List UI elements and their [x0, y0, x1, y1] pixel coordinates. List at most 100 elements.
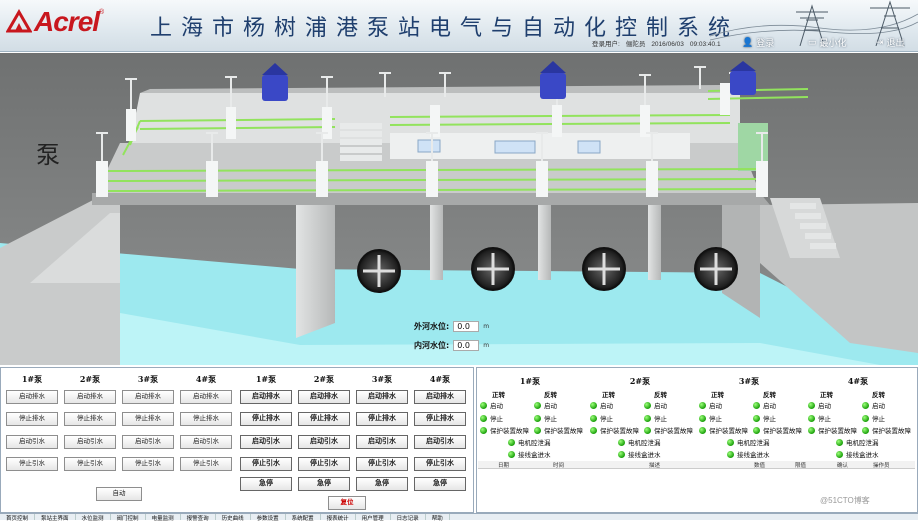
pump-3-manual-button[interactable]: 启动排水	[122, 390, 174, 404]
bottom-tab[interactable]: 历史曲线	[216, 514, 251, 522]
auto-button[interactable]: 自动	[96, 487, 142, 501]
right-pump-header: 2#泵	[313, 374, 335, 384]
junction-water-text: 接线盒进水	[628, 452, 661, 459]
bottom-tab[interactable]: 用户管理	[356, 514, 391, 522]
pump-3-remote-button[interactable]: 急停	[356, 477, 408, 491]
inner-water-unit: m	[483, 342, 490, 349]
pump-1-remote-button[interactable]: 启动引水	[240, 435, 292, 449]
pump-1-remote-button[interactable]: 停止排水	[240, 412, 292, 426]
bottom-tab[interactable]: 阀门控制	[111, 514, 146, 522]
pump-4-remote-button[interactable]: 停止排水	[414, 412, 466, 426]
pump-2-manual-button[interactable]: 启动引水	[64, 435, 116, 449]
pump-4-manual-button[interactable]: 启动排水	[180, 390, 232, 404]
user-info-bar: 登录用户: 俪陀员 2016/06/03 09:03:40.1	[592, 38, 727, 48]
status-led-icon	[836, 450, 843, 458]
status-indicator: 启动	[590, 400, 613, 410]
pump-3-manual-button[interactable]: 停止引水	[122, 457, 174, 471]
pump-2-remote-button[interactable]: 停止引水	[298, 457, 350, 471]
pump-3-remote-button[interactable]: 启动引水	[356, 435, 408, 449]
log-col-operator: 操作员	[873, 463, 890, 469]
junction-water-indicator: 接线盒进水	[727, 449, 770, 459]
bottom-tab[interactable]: 电量监测	[146, 514, 181, 522]
pump-4-remote-button[interactable]: 启动排水	[414, 390, 466, 404]
status-indicator: 保护装置故障	[480, 425, 529, 435]
junction-water-indicator: 接线盒进水	[836, 449, 879, 459]
pump-1-remote-button[interactable]: 启动排水	[240, 390, 292, 404]
status-led-icon	[753, 414, 760, 422]
bottom-tab[interactable]: 报表统计	[321, 514, 356, 522]
pump-1-manual-button[interactable]: 停止排水	[6, 412, 58, 426]
status-indicator: 保护装置故障	[534, 425, 583, 435]
pump-2-remote-button[interactable]: 启动引水	[298, 435, 350, 449]
pump-2-remote-button[interactable]: 启动排水	[298, 390, 350, 404]
forward-header: 正转	[602, 392, 615, 399]
status-text: 启动	[818, 403, 831, 410]
brand-registered-mark: ®	[99, 8, 105, 16]
pump-4-remote-button[interactable]: 急停	[414, 477, 466, 491]
log-col-ack: 确认	[837, 463, 849, 469]
status-led-icon	[590, 426, 597, 434]
pump-station-scene: 泵 外河水位: 0.0 m 内河水位: 0.0 m	[0, 53, 918, 365]
status-led-icon	[508, 438, 515, 446]
pump-4-manual-button[interactable]: 停止引水	[180, 457, 232, 471]
pump-3-remote-button[interactable]: 停止引水	[356, 457, 408, 471]
right-pump-header: 4#泵	[429, 374, 451, 384]
pump-4-remote-button[interactable]: 停止引水	[414, 457, 466, 471]
pump-4-manual-button[interactable]: 启动引水	[180, 435, 232, 449]
status-indicator: 保护装置故障	[699, 425, 748, 435]
left-pump-header: 2#泵	[79, 374, 101, 384]
minimize-icon: ▭	[808, 37, 817, 47]
motor-leak-text: 电机腔泄漏	[737, 440, 770, 447]
pump-2-manual-button[interactable]: 停止排水	[64, 412, 116, 426]
pump-1-remote-button[interactable]: 急停	[240, 477, 292, 491]
bottom-tab[interactable]: 参数设置	[251, 514, 286, 522]
pump-2-manual-button[interactable]: 停止引水	[64, 457, 116, 471]
status-led-icon	[644, 401, 651, 409]
bottom-tab[interactable]: 系统配置	[286, 514, 321, 522]
status-indicator: 保护装置故障	[862, 425, 911, 435]
bottom-tab[interactable]: 日志记录	[391, 514, 426, 522]
pump-1-manual-button[interactable]: 停止引水	[6, 457, 58, 471]
scene-pump-label: 泵	[36, 141, 60, 169]
junction-water-text: 接线盒进水	[518, 452, 551, 459]
status-indicator: 停止	[534, 413, 557, 423]
login-button[interactable]: 👤 登录	[742, 36, 774, 49]
status-indicator: 停止	[644, 413, 667, 423]
status-indicator: 停止	[699, 413, 722, 423]
pump-1-manual-button[interactable]: 启动排水	[6, 390, 58, 404]
pump-2-remote-button[interactable]: 急停	[298, 477, 350, 491]
brand-name: Acrel	[34, 6, 100, 37]
status-text: 启动	[600, 403, 613, 410]
bottom-tab[interactable]: 首页控制	[0, 514, 36, 522]
exit-icon: ⇥	[876, 37, 884, 47]
status-led-icon	[590, 414, 597, 422]
pump-3-remote-button[interactable]: 停止排水	[356, 412, 408, 426]
forward-header: 正转	[492, 392, 505, 399]
pump-2-remote-button[interactable]: 停止排水	[298, 412, 350, 426]
status-indicator: 保护装置故障	[590, 425, 639, 435]
bottom-tab[interactable]: 水位监测	[76, 514, 111, 522]
reset-button[interactable]: 复位	[328, 496, 366, 510]
pump-4-remote-button[interactable]: 启动引水	[414, 435, 466, 449]
reverse-header: 反转	[763, 392, 776, 399]
minimize-button[interactable]: ▭ 最小化	[808, 36, 847, 49]
pump-1-remote-button[interactable]: 停止引水	[240, 457, 292, 471]
bottom-tab[interactable]: 帮助	[426, 514, 450, 522]
status-text: 停止	[654, 416, 667, 423]
status-indicator: 启动	[753, 400, 776, 410]
pump-3-manual-button[interactable]: 停止排水	[122, 412, 174, 426]
status-led-icon	[534, 401, 541, 409]
pump-3-manual-button[interactable]: 启动引水	[122, 435, 174, 449]
junction-water-indicator: 接线盒进水	[508, 449, 551, 459]
pump-4-manual-button[interactable]: 停止排水	[180, 412, 232, 426]
status-text: 保护装置故障	[709, 428, 748, 435]
status-led-icon	[508, 450, 515, 458]
pump-1-manual-button[interactable]: 启动引水	[6, 435, 58, 449]
pump-2-manual-button[interactable]: 启动排水	[64, 390, 116, 404]
status-led-icon	[618, 438, 625, 446]
pump-3-remote-button[interactable]: 启动排水	[356, 390, 408, 404]
bottom-tab[interactable]: 报警查询	[181, 514, 216, 522]
bottom-tab[interactable]: 泵站主界面	[35, 514, 76, 522]
exit-button[interactable]: ⇥ 退出	[876, 36, 905, 49]
status-text: 保护装置故障	[544, 428, 583, 435]
